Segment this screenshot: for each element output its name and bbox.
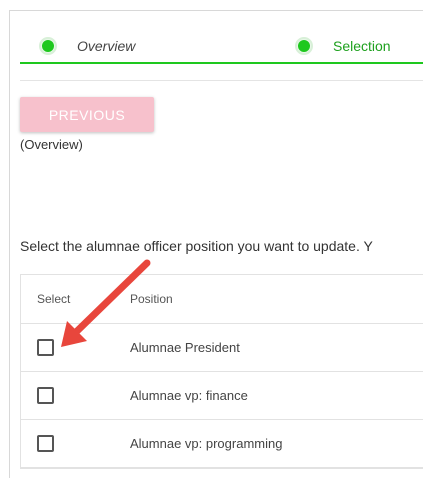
- stepper-progress-line: [20, 62, 423, 64]
- step-overview[interactable]: Overview: [39, 30, 135, 62]
- select-checkbox[interactable]: [37, 435, 54, 452]
- positions-table: Select Position Alumnae President Alumna…: [20, 274, 423, 469]
- stepper: Overview Selection: [20, 30, 423, 66]
- divider: [20, 80, 423, 81]
- instruction-text: Select the alumnae officer position you …: [20, 238, 373, 254]
- header-select: Select: [37, 292, 71, 306]
- step-complete-icon: [39, 37, 57, 55]
- step-active-icon: [295, 37, 313, 55]
- previous-step-label: (Overview): [20, 137, 83, 152]
- position-name: Alumnae vp: programming: [130, 436, 283, 451]
- step-selection[interactable]: Selection: [295, 30, 391, 62]
- step-label: Selection: [333, 38, 391, 54]
- table-row[interactable]: Alumnae President: [21, 324, 423, 372]
- position-name: Alumnae vp: finance: [130, 388, 248, 403]
- select-checkbox[interactable]: [37, 387, 54, 404]
- previous-button[interactable]: PREVIOUS: [20, 97, 154, 132]
- select-checkbox[interactable]: [37, 339, 54, 356]
- header-position: Position: [130, 292, 173, 306]
- step-label: Overview: [77, 38, 136, 54]
- table-row[interactable]: Alumnae vp: finance: [21, 372, 423, 420]
- table-row[interactable]: Alumnae vp: programming: [21, 420, 423, 468]
- table-header-row: Select Position: [21, 275, 423, 324]
- position-name: Alumnae President: [130, 340, 240, 355]
